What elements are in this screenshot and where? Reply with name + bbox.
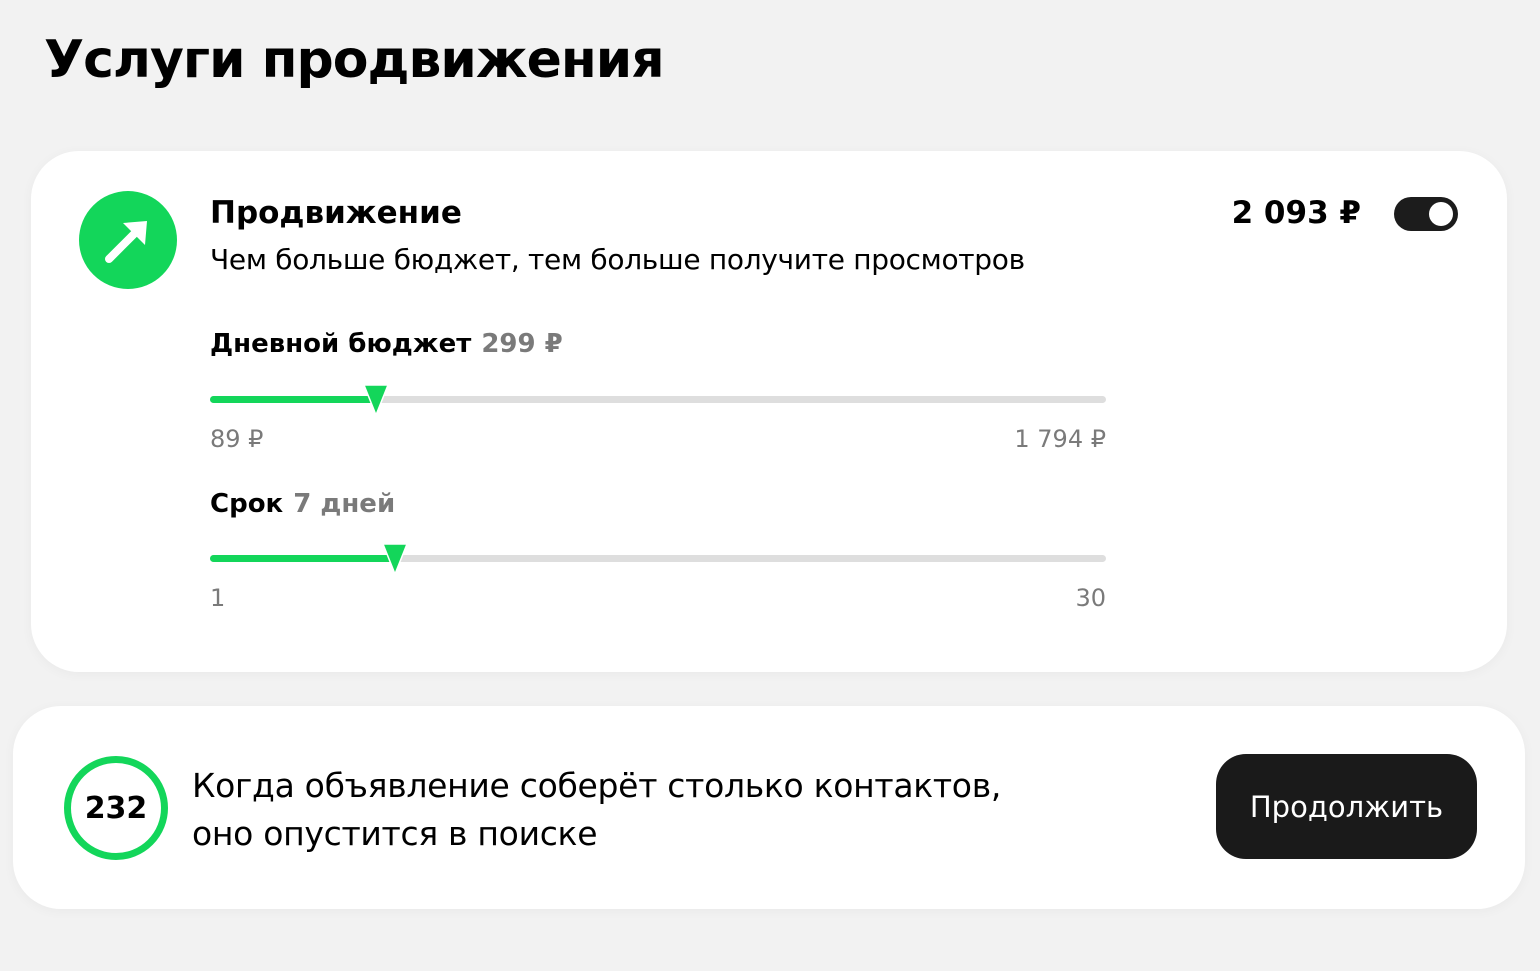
daily-budget-slider-thumb[interactable] bbox=[363, 384, 390, 416]
summary-card: 232 Когда объявление соберёт столько кон… bbox=[13, 706, 1525, 909]
daily-budget-slider-fill bbox=[210, 396, 377, 403]
duration-label-text: Срок bbox=[210, 489, 284, 519]
daily-budget-slider[interactable] bbox=[210, 384, 1106, 416]
arrow-up-right-icon bbox=[79, 191, 177, 289]
summary-text-line1: Когда объявление соберёт столько контакт… bbox=[192, 766, 1002, 805]
continue-button[interactable]: Продолжить bbox=[1216, 754, 1477, 859]
duration-value: 7 дней bbox=[293, 489, 396, 519]
daily-budget-value: 299 ₽ bbox=[481, 329, 563, 359]
summary-text: Когда объявление соберёт столько контакт… bbox=[192, 762, 1001, 858]
toggle-knob bbox=[1429, 202, 1453, 226]
promotion-toggle[interactable] bbox=[1394, 197, 1458, 231]
daily-budget-label-text: Дневной бюджет bbox=[210, 329, 472, 359]
duration-slider-thumb[interactable] bbox=[382, 543, 409, 575]
page-title: Услуги продвижения bbox=[44, 30, 665, 90]
contacts-count-badge: 232 bbox=[64, 756, 168, 860]
daily-budget-min: 89 ₽ bbox=[210, 425, 264, 453]
promotion-card: Продвижение Чем больше бюджет, тем больш… bbox=[31, 151, 1507, 672]
promotion-title: Продвижение bbox=[210, 195, 462, 231]
daily-budget-max: 1 794 ₽ bbox=[1014, 425, 1106, 453]
duration-label: Срок 7 дней bbox=[210, 487, 395, 521]
duration-max: 30 bbox=[1075, 584, 1106, 612]
duration-slider[interactable] bbox=[210, 543, 1106, 575]
promotion-description: Чем больше бюджет, тем больше получите п… bbox=[210, 243, 1025, 276]
duration-slider-fill bbox=[210, 555, 396, 562]
duration-min: 1 bbox=[210, 584, 226, 612]
summary-text-line2: оно опустится в поиске bbox=[192, 814, 598, 853]
promotion-price: 2 093 ₽ bbox=[1231, 195, 1361, 231]
daily-budget-label: Дневной бюджет 299 ₽ bbox=[210, 327, 563, 361]
